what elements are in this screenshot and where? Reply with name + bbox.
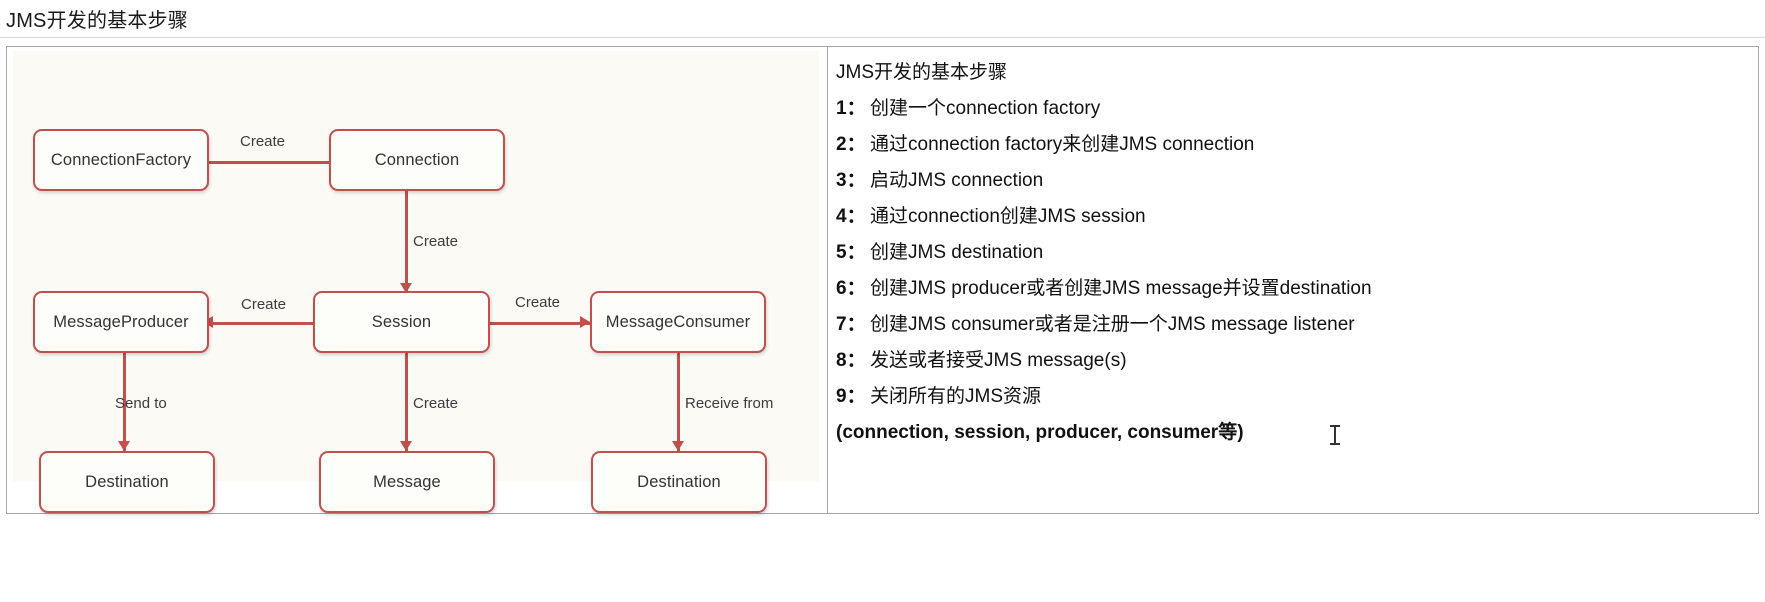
node-message-producer[interactable]: MessageProducer	[33, 291, 209, 353]
node-destination-left[interactable]: Destination	[39, 451, 215, 513]
step-text: 通过connection创建JMS session	[870, 206, 1146, 227]
list-item: 8： 发送或者接受JMS message(s)	[836, 343, 1758, 379]
list-item: 2： 通过connection factory来创建JMS connection	[836, 127, 1758, 163]
step-text: 创建JMS producer或者创建JMS message并设置destinat…	[870, 278, 1372, 299]
list-item: 9： 关闭所有的JMS资源	[836, 379, 1758, 415]
edge-label-consumer-from-destination: Receive from	[685, 395, 774, 412]
content-table: ConnectionFactory Connection MessageProd…	[6, 46, 1759, 514]
step-number: 2：	[836, 134, 866, 155]
step-text: 关闭所有的JMS资源	[870, 386, 1042, 407]
list-item: 1： 创建一个connection factory	[836, 91, 1758, 127]
connector-session-to-consumer	[490, 322, 590, 325]
node-connection-label: Connection	[374, 150, 460, 169]
node-connection[interactable]: Connection	[329, 129, 505, 191]
list-item: 7： 创建JMS consumer或者是注册一个JMS message liste…	[836, 307, 1758, 343]
step-text: 启动JMS connection	[870, 170, 1044, 191]
edge-label-session-to-message: Create	[413, 395, 459, 412]
step-text: 创建JMS consumer或者是注册一个JMS message listene…	[870, 314, 1355, 335]
node-destination-right-label: Destination	[637, 472, 721, 491]
edge-label-connection-to-session: Create	[413, 233, 459, 250]
edge-label-producer-to-destination: Send to	[115, 395, 167, 412]
arrowhead-session-to-consumer	[580, 316, 590, 328]
edge-label-session-to-consumer: Create	[515, 294, 561, 311]
step-number: 1：	[836, 98, 866, 119]
steps-heading: JMS开发的基本步骤	[836, 62, 1008, 83]
list-item: 5： 创建JMS destination	[836, 235, 1758, 271]
step-text: 创建JMS destination	[870, 242, 1044, 263]
node-message-label: Message	[373, 472, 441, 491]
step-number: 9：	[836, 386, 866, 407]
connector-session-to-producer	[209, 322, 329, 325]
node-message-consumer-label: MessageConsumer	[605, 312, 751, 331]
page-title: JMS开发的基本步骤	[6, 10, 188, 32]
list-item: 3： 启动JMS connection	[836, 163, 1758, 199]
step-number: 4：	[836, 206, 866, 227]
step-text: 创建一个connection factory	[870, 98, 1101, 119]
connector-consumer-to-destination	[677, 351, 680, 451]
edge-label-factory-to-connection: Create	[240, 133, 286, 150]
page-title-bar: JMS开发的基本步骤	[0, 0, 1765, 38]
node-connection-factory[interactable]: ConnectionFactory	[33, 129, 209, 191]
step-text: 通过connection factory来创建JMS connection	[870, 134, 1255, 155]
arrowhead-producer-to-destination	[118, 441, 130, 451]
edge-label-session-to-producer: Create	[241, 296, 287, 313]
node-destination-left-label: Destination	[85, 472, 169, 491]
node-message-consumer[interactable]: MessageConsumer	[590, 291, 766, 353]
step-number: 8：	[836, 350, 866, 371]
steps-cell: JMS开发的基本步骤 1： 创建一个connection factory 2： 通过…	[828, 47, 1758, 513]
node-destination-right[interactable]: Destination	[591, 451, 767, 513]
connector-connection-to-session	[405, 191, 408, 296]
node-session-label: Session	[371, 312, 432, 331]
steps-footer: (connection, session, producer, consumer…	[836, 422, 1244, 443]
jms-flow-diagram: ConnectionFactory Connection MessageProd…	[13, 51, 819, 513]
list-item: 4： 通过connection创建JMS session	[836, 199, 1758, 235]
step-text: 发送或者接受JMS message(s)	[870, 350, 1127, 371]
step-number: 3：	[836, 170, 866, 191]
diagram-cell: ConnectionFactory Connection MessageProd…	[7, 47, 828, 513]
list-item: 6： 创建JMS producer或者创建JMS message并设置destin…	[836, 271, 1758, 307]
connector-factory-to-connection	[209, 161, 349, 164]
arrowhead-consumer-to-destination	[672, 441, 684, 451]
step-number: 7：	[836, 314, 866, 335]
node-session[interactable]: Session	[313, 291, 490, 353]
step-number: 6：	[836, 278, 866, 299]
text-cursor-icon	[1330, 425, 1340, 445]
steps-list: 1： 创建一个connection factory 2： 通过connection …	[836, 91, 1758, 415]
node-message[interactable]: Message	[319, 451, 495, 513]
node-message-producer-label: MessageProducer	[53, 312, 189, 331]
connector-session-to-message	[405, 351, 408, 451]
arrowhead-session-to-message	[400, 441, 412, 451]
step-number: 5：	[836, 242, 866, 263]
node-connection-factory-label: ConnectionFactory	[50, 150, 192, 169]
